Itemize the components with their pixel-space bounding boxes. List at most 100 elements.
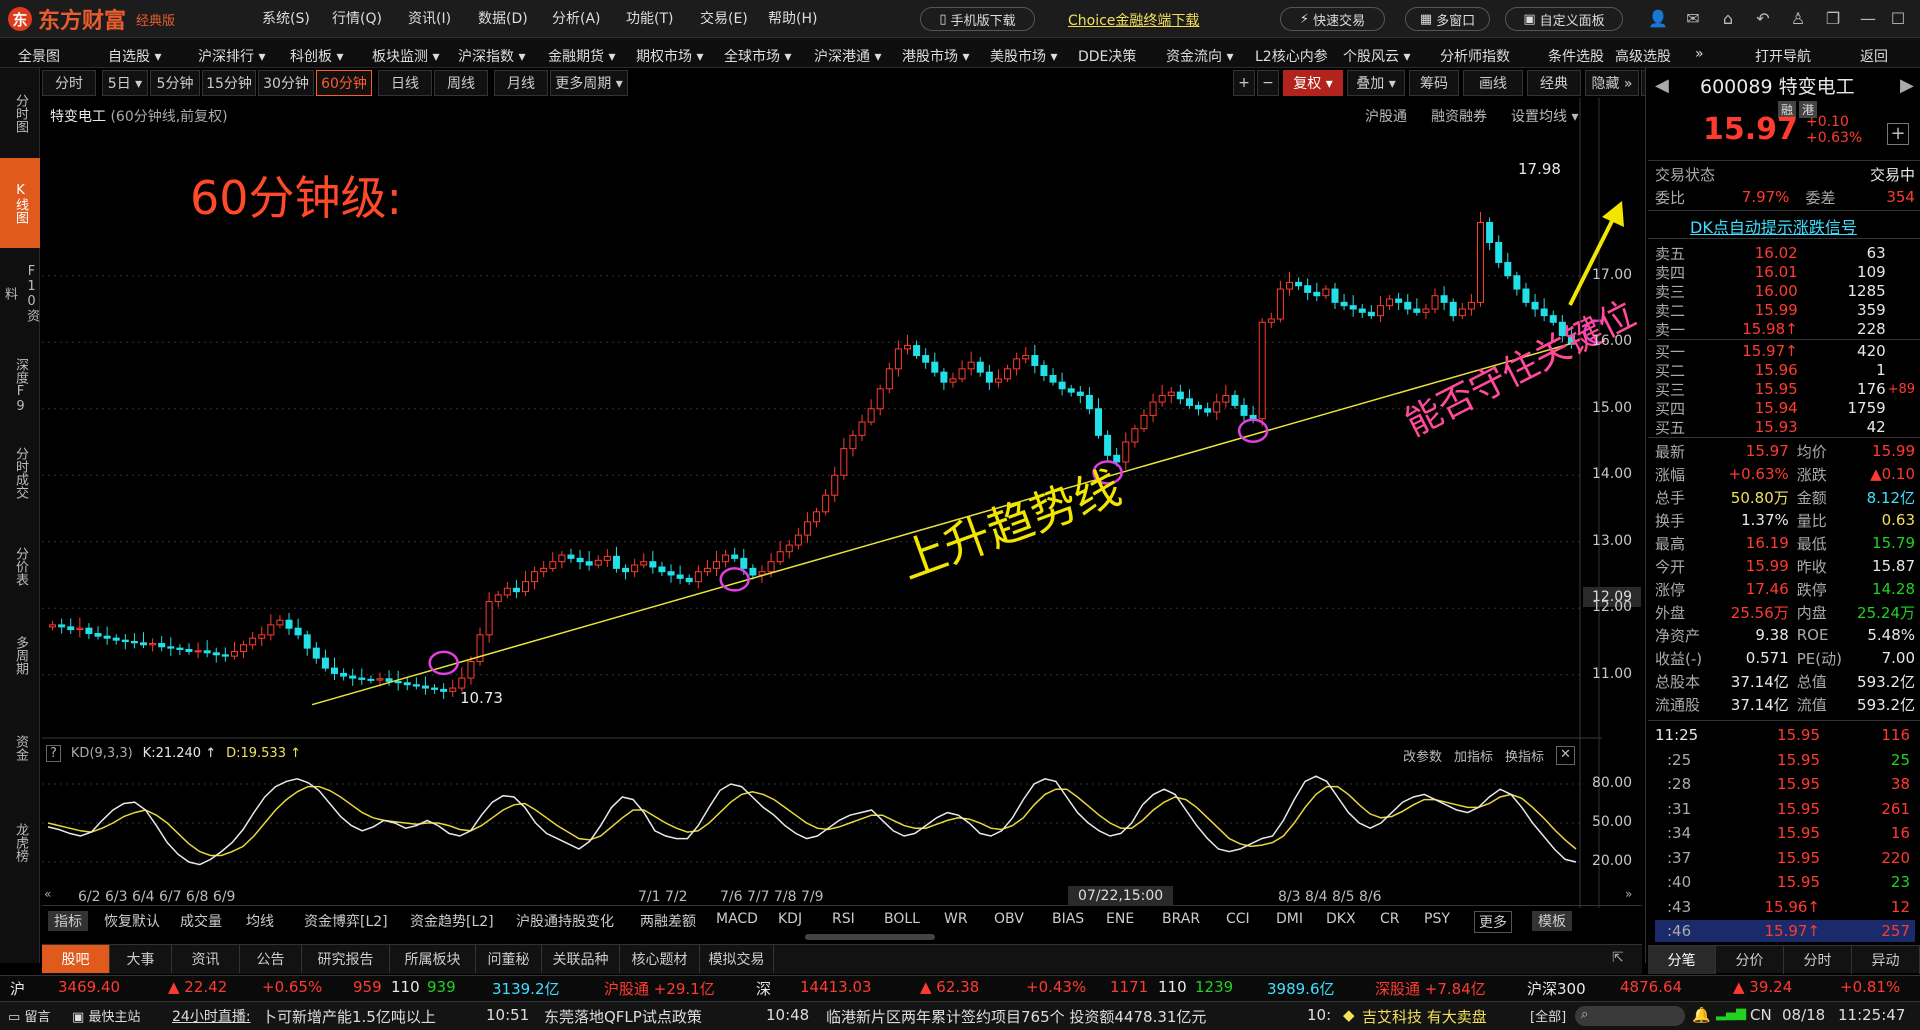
bottom-tab[interactable]: 所属板块 [390,945,476,973]
scrollbar[interactable] [805,934,935,940]
next-stock-icon[interactable]: ▶ [1900,75,1914,96]
bottom-tab[interactable]: 大事 [110,945,172,973]
nav-item[interactable]: 资金流向 ▾ [1166,46,1233,66]
scroll-left-icon[interactable]: « [44,887,51,901]
help-icon[interactable]: ? [46,745,61,762]
indicator-tab[interactable]: 沪股通持股变化 [516,911,614,931]
left-tab[interactable]: K线图 [0,158,40,248]
bottom-tab[interactable]: 问董秘 [476,945,542,973]
indicator-tab[interactable]: CCI [1226,911,1250,927]
nav-item[interactable]: 个股风云 ▾ [1343,46,1410,66]
indicator-tab[interactable]: 两融差额 [640,911,696,931]
indicator-tab[interactable]: DKX [1326,911,1356,927]
menu-item[interactable]: 帮助(H) [768,8,817,28]
menu-item[interactable]: 交易(E) [700,8,748,28]
hgt-flow[interactable]: 沪股通 +29.1亿 [604,978,715,999]
bottom-tab[interactable]: 公告 [240,945,302,973]
nav-item[interactable]: 分析师指数 [1440,46,1510,66]
news-item-1[interactable]: 卜可新增产能1.5亿吨以上 [262,1006,436,1027]
news-item-2[interactable]: 东莞落地QFLP试点政策 [544,1006,702,1027]
nav-item[interactable]: 板块监测 ▾ [372,46,439,66]
nav-item[interactable]: » [1695,46,1704,62]
export-icon[interactable]: ⇱ [1612,950,1624,966]
bottom-tab[interactable]: 模拟交易 [700,945,774,973]
overlay-button[interactable]: 叠加 ▾ [1347,70,1405,96]
sh-index[interactable]: 3469.40 [58,978,120,996]
close-icon[interactable]: ✕ [1556,746,1575,765]
period-tab[interactable]: 周线 [434,70,488,96]
indicator-tab[interactable]: 成交量 [180,911,222,931]
edit-params-link[interactable]: 改参数 [1403,746,1442,765]
mail-icon[interactable]: ✉ [1683,9,1703,29]
menu-item[interactable]: 系统(S) [262,8,310,28]
news-item-4[interactable]: 吉艾科技 有大卖盘 [1362,1006,1487,1027]
indicator-tab[interactable]: 指标 [48,911,88,931]
nav-item[interactable]: 沪深指数 ▾ [458,46,525,66]
sz-index[interactable]: 14413.03 [800,978,872,996]
orderbook-row[interactable]: 卖一 15.98↑ 228 [1655,318,1915,340]
add-indicator-link[interactable]: 加指标 [1454,746,1493,765]
quote-detail-tab[interactable]: 分时 [1784,946,1852,974]
restore-icon[interactable]: ❐ [1823,9,1843,29]
all-news-link[interactable]: [全部] [1530,1006,1566,1025]
indicator-tab[interactable]: BOLL [884,911,920,927]
indicator-tab[interactable]: 均线 [246,911,274,931]
classic-button[interactable]: 经典 [1527,70,1581,96]
period-tab[interactable]: 15分钟 [202,70,256,96]
left-tab[interactable]: 分时成交 [0,428,40,518]
nav-item[interactable]: 港股市场 ▾ [902,46,969,66]
nav-item[interactable]: 自选股 ▾ [108,46,161,66]
news-item-3[interactable]: 临港新片区两年累计签约项目765个 投资额4478.31亿元 [826,1006,1206,1027]
nav-item[interactable]: 全景图 [18,46,60,66]
user-icon[interactable]: 👤 [1648,9,1668,29]
indicator-tab[interactable]: OBV [994,911,1024,927]
nav-item[interactable]: 沪深港通 ▾ [814,46,881,66]
indicator-tab[interactable]: 资金趋势[L2] [410,911,494,931]
multi-window-button[interactable]: ▦ 多窗口 [1405,7,1490,31]
maximize-icon[interactable]: ☐ [1888,9,1908,29]
nav-item[interactable]: 高级选股 [1615,46,1671,66]
back-icon[interactable]: ↶ [1753,9,1773,29]
nav-item[interactable]: 美股市场 ▾ [990,46,1057,66]
live-news-link[interactable]: 24小时直播: [172,1006,251,1026]
menu-item[interactable]: 功能(T) [626,8,673,28]
quick-trade-button[interactable]: ⚡ 快速交易 [1280,7,1385,31]
menu-item[interactable]: 数据(D) [478,8,528,28]
nav-item[interactable]: 金融期货 ▾ [548,46,615,66]
orderbook-row[interactable]: 买五 15.93 42 [1655,416,1915,438]
bottom-tab[interactable]: 股吧 [42,945,110,973]
indicator-tab[interactable]: BRAR [1162,911,1200,927]
draw-line-button[interactable]: 画线 [1463,70,1523,96]
nav-item[interactable]: 期权市场 ▾ [636,46,703,66]
bottom-tab[interactable]: 资讯 [172,945,240,973]
zoom-in-button[interactable]: + [1233,70,1255,96]
menu-item[interactable]: 资讯(I) [408,8,451,28]
fastest-server-button[interactable]: ▣ 最快主站 [72,1006,140,1025]
indicator-tab[interactable]: PSY [1424,911,1450,927]
nav-item[interactable]: 沪深排行 ▾ [198,46,265,66]
left-tab[interactable]: 分时图 [0,68,40,158]
nav-item[interactable]: L2核心内参 [1255,46,1328,66]
indicator-tab[interactable]: DMI [1276,911,1303,927]
add-watchlist-icon[interactable]: + [1887,123,1909,145]
home-icon[interactable]: ⌂ [1718,9,1738,29]
scroll-right-icon[interactable]: » [1625,887,1632,901]
indicator-tab[interactable]: BIAS [1052,911,1084,927]
indicator-tab[interactable]: KDJ [778,911,802,927]
message-button[interactable]: ▭ 留言 [8,1006,50,1025]
hs300-index[interactable]: 4876.64 [1620,978,1682,996]
bottom-tab[interactable]: 核心题材 [620,945,700,973]
prev-stock-icon[interactable]: ◀ [1655,75,1669,96]
indicator-tab[interactable]: MACD [716,911,758,927]
quote-detail-tab[interactable]: 分价 [1716,946,1784,974]
nav-item[interactable]: 全球市场 ▾ [724,46,791,66]
indicator-tab[interactable]: 恢复默认 [104,911,160,931]
minimize-icon[interactable]: — [1858,9,1878,29]
period-tab[interactable]: 月线 [494,70,548,96]
hide-panel-button[interactable]: 隐藏 » [1585,70,1639,96]
period-tab[interactable]: 日线 [378,70,432,96]
shirt-icon[interactable]: ♙ [1788,9,1808,29]
zoom-out-button[interactable]: − [1257,70,1279,96]
period-tab[interactable]: 30分钟 [258,70,314,96]
indicator-tab[interactable]: ENE [1106,911,1134,927]
